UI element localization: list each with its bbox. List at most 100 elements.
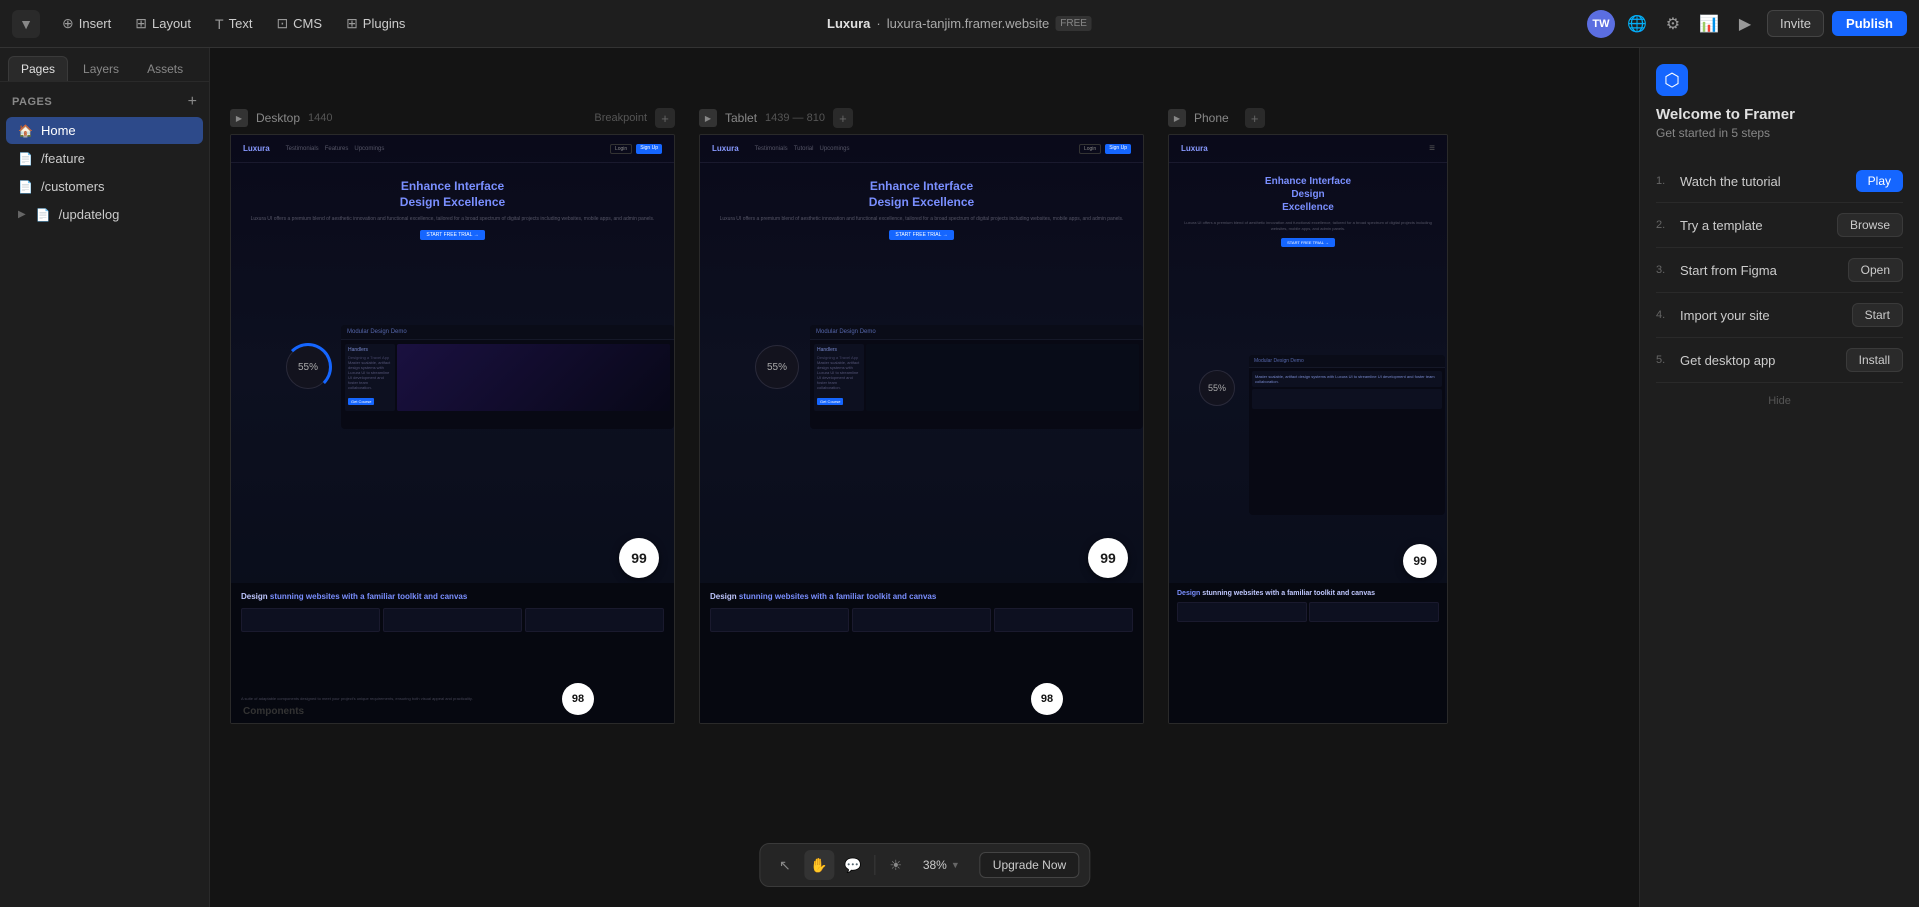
hand-icon: ✋ [810, 857, 827, 874]
welcome-subtitle: Get started in 5 steps [1656, 126, 1903, 140]
text-icon: T [215, 16, 224, 32]
sidebar-tabs: Pages Layers Assets [0, 48, 209, 82]
frame-name-tablet: Tablet [725, 111, 757, 125]
zoom-value: 38% [923, 858, 947, 872]
preview-logo-desktop: Luxura [243, 144, 270, 153]
canvas-area[interactable]: ▶ Desktop 1440 Breakpoint + Luxura Testi… [210, 48, 1639, 907]
page-label-updatelog: /updatelog [59, 207, 120, 222]
pages-label: Pages [12, 96, 52, 108]
globe-icon: 🌐 [1627, 14, 1647, 34]
preview-links: Testimonials Features Upcomings [286, 146, 385, 152]
brightness-tool-btn[interactable]: ☀ [881, 850, 911, 880]
sub-preview-phone: Modular Design Demo Master scalable, art… [1249, 355, 1445, 515]
frame-desktop-header: ▶ Desktop 1440 Breakpoint + [230, 108, 675, 128]
preview-bottom-phone: Design stunning websites with a familiar… [1169, 583, 1447, 723]
plugins-button[interactable]: ⊞ Plugins [336, 10, 415, 37]
app-logo[interactable]: ▼ [12, 10, 40, 38]
install-button[interactable]: Install [1846, 348, 1903, 372]
topnav: ▼ ⊕ Insert ⊞ Layout T Text ⊡ CMS ⊞ Plugi… [0, 0, 1919, 48]
upgrade-button[interactable]: Upgrade Now [980, 852, 1079, 878]
frame-size-desktop: 1440 [308, 112, 332, 124]
publish-button[interactable]: Publish [1832, 11, 1907, 36]
frame-add-phone[interactable]: + [1245, 108, 1265, 128]
frame-canvas-tablet[interactable]: Luxura Testimonials Tutorial Upcomings L… [699, 134, 1144, 724]
percent-badge-tablet: 55% [755, 345, 799, 389]
step-label-4: Import your site [1680, 308, 1770, 323]
welcome-step-3: 3. Start from Figma Open [1656, 248, 1903, 293]
sub-preview-tablet: Modular Design Demo Handlers Designing a… [810, 325, 1143, 429]
toolbar-bottom: ↖ ✋ 💬 ☀ 38% ▼ Upgrade Now [759, 843, 1090, 887]
insert-icon: ⊕ [62, 15, 74, 32]
browse-button[interactable]: Browse [1837, 213, 1903, 237]
welcome-panel: ⬡ Welcome to Framer Get started in 5 ste… [1639, 48, 1919, 907]
page-item-updatelog[interactable]: ▶ 📄 /updatelog [6, 201, 203, 228]
frame-play-tablet[interactable]: ▶ [699, 109, 717, 127]
tab-pages[interactable]: Pages [8, 56, 68, 81]
step-num-3: 3. [1656, 264, 1672, 276]
step-label-1: Watch the tutorial [1680, 174, 1781, 189]
chart-icon: 📊 [1699, 14, 1719, 34]
toolbar-separator [874, 855, 875, 875]
comment-tool-btn[interactable]: 💬 [838, 850, 868, 880]
home-icon: 🏠 [18, 124, 33, 138]
avatar[interactable]: TW [1587, 10, 1615, 38]
frame-desktop: ▶ Desktop 1440 Breakpoint + Luxura Testi… [230, 108, 675, 724]
hide-link[interactable]: Hide [1656, 395, 1903, 407]
page-item-home[interactable]: 🏠 Home [6, 117, 203, 144]
frame-add-tablet[interactable]: + [833, 108, 853, 128]
step-num-2: 2. [1656, 219, 1672, 231]
comment-icon: 💬 [844, 857, 861, 874]
step-label-3: Start from Figma [1680, 263, 1777, 278]
preview-hero-phone: Enhance InterfaceDesign Excellence Luxur… [1169, 163, 1447, 255]
score-badge-98-desktop: 98 [562, 683, 594, 715]
step-label-2: Try a template [1680, 218, 1763, 233]
preview-icon-btn[interactable]: ▶ [1731, 10, 1759, 38]
tab-assets[interactable]: Assets [134, 56, 196, 81]
page-label-feature: /feature [41, 151, 85, 166]
step-num-1: 1. [1656, 175, 1672, 187]
layout-button[interactable]: ⊞ Layout [125, 10, 201, 37]
cms-button[interactable]: ⊡ CMS [266, 10, 332, 37]
play-button[interactable]: Play [1856, 170, 1903, 192]
frame-phone: ▶ Phone + Luxura ≡ Enhance InterfaceDesi… [1168, 108, 1448, 724]
start-button[interactable]: Start [1852, 303, 1903, 327]
preview-btns: Login Sign Up [610, 144, 662, 154]
score-badge-98-tablet: 98 [1031, 683, 1063, 715]
page-item-customers[interactable]: 📄 /customers [6, 173, 203, 200]
chevron-icon: ▶ [18, 209, 26, 220]
step-label-5: Get desktop app [1680, 353, 1775, 368]
add-page-button[interactable]: + [188, 94, 197, 110]
frame-name-phone: Phone [1194, 111, 1229, 125]
cursor-tool-btn[interactable]: ↖ [770, 850, 800, 880]
page-label-home: Home [41, 123, 76, 138]
preview-bottom-desktop: Design stunning websites with a familiar… [231, 583, 674, 723]
main-layout: Pages Layers Assets Pages + 🏠 Home 📄 /fe… [0, 48, 1919, 907]
page-item-feature[interactable]: 📄 /feature [6, 145, 203, 172]
frame-add-desktop[interactable]: + [655, 108, 675, 128]
open-button[interactable]: Open [1848, 258, 1903, 282]
site-badge: FREE [1055, 16, 1092, 31]
page-icon-customers: 📄 [18, 180, 33, 194]
sidebar: Pages Layers Assets Pages + 🏠 Home 📄 /fe… [0, 48, 210, 907]
score-badge-tablet: 99 [1088, 538, 1128, 578]
hand-tool-btn[interactable]: ✋ [804, 850, 834, 880]
analytics-icon-btn[interactable]: 📊 [1695, 10, 1723, 38]
score-card-desktop: 55% [286, 345, 330, 389]
settings-icon-btn[interactable]: ⚙ [1659, 10, 1687, 38]
frame-play-desktop[interactable]: ▶ [230, 109, 248, 127]
invite-button[interactable]: Invite [1767, 10, 1824, 37]
site-separator: · [876, 16, 880, 31]
text-button[interactable]: T Text [205, 11, 262, 37]
tab-layers[interactable]: Layers [70, 56, 132, 81]
nav-right: TW 🌐 ⚙ 📊 ▶ Invite Publish [1587, 10, 1907, 38]
frame-preview-desktop: Luxura Testimonials Features Upcomings L… [231, 135, 674, 723]
frame-canvas-desktop[interactable]: Luxura Testimonials Features Upcomings L… [230, 134, 675, 724]
insert-button[interactable]: ⊕ Insert [52, 10, 121, 37]
zoom-display[interactable]: 38% ▼ [915, 858, 968, 872]
frame-play-phone[interactable]: ▶ [1168, 109, 1186, 127]
site-url[interactable]: luxura-tanjim.framer.website [887, 16, 1050, 31]
globe-icon-btn[interactable]: 🌐 [1623, 10, 1651, 38]
frame-canvas-phone[interactable]: Luxura ≡ Enhance InterfaceDesign Excelle… [1168, 134, 1448, 724]
step-num-5: 5. [1656, 354, 1672, 366]
page-icon-feature: 📄 [18, 152, 33, 166]
